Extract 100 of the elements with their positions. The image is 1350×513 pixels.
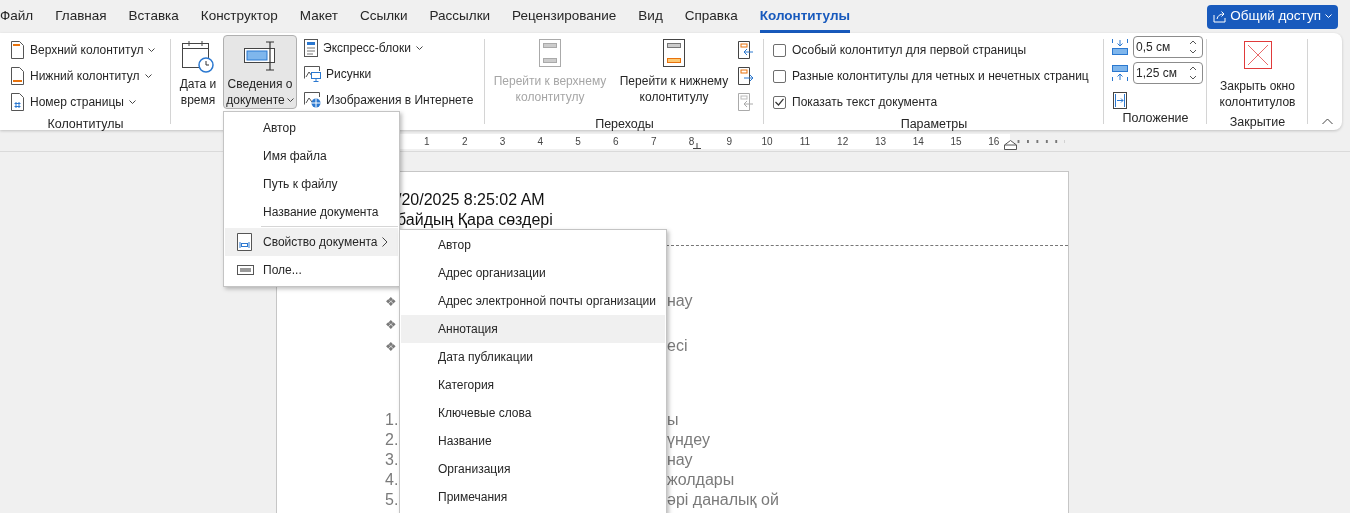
calendar-clock-icon — [181, 39, 215, 73]
menu-item[interactable]: Адрес электронной почты организации — [401, 287, 665, 315]
menu-item[interactable]: Автор — [225, 114, 398, 142]
body-text: әрі даналық ой — [667, 489, 779, 510]
list-number: 1. — [385, 409, 399, 430]
menu-item[interactable]: Аннотация — [401, 315, 665, 343]
collapse-ribbon-icon[interactable] — [1322, 118, 1333, 125]
page-number-icon — [10, 92, 25, 112]
go-to-footer-button[interactable]: Перейти к нижнему колонтитулу — [612, 35, 736, 115]
close-header-footer-button[interactable]: Закрыть окно колонтитулов — [1210, 37, 1305, 113]
bullet-marker: ❖ — [385, 315, 397, 334]
body-text: ы — [667, 409, 679, 430]
ruler-number: 11 — [799, 136, 811, 147]
field-icon — [237, 265, 254, 275]
document-info-icon — [242, 39, 278, 73]
chevron-right-icon — [382, 237, 388, 247]
ribbon-tab[interactable]: Макет — [299, 0, 338, 33]
ribbon-tab[interactable]: Главная — [55, 0, 107, 33]
checkbox-label[interactable]: Разные колонтитулы для четных и нечетных страниц — [792, 67, 1089, 85]
footer-position-icon — [1112, 65, 1128, 81]
spinner-arrows-icon — [1189, 40, 1197, 54]
ribbon-tab[interactable]: Конструктор — [200, 0, 278, 33]
pictures-button[interactable]: Рисунки — [302, 61, 476, 87]
previous-section-icon[interactable] — [738, 41, 754, 59]
menu-item[interactable]: Название — [401, 427, 665, 455]
ruler-number: 7 — [650, 136, 657, 147]
ribbon-tab[interactable]: Ссылки — [360, 0, 408, 33]
menu-item[interactable]: Путь к файлу — [225, 170, 398, 198]
caret-icon — [128, 99, 136, 105]
document-property-icon — [237, 233, 252, 251]
group-label: Положение — [1122, 111, 1189, 125]
menu-item[interactable]: Свойство документа — [225, 228, 398, 256]
header-footer-button[interactable]: Верхний колонтитул — [8, 37, 171, 63]
caret-icon — [286, 98, 294, 104]
group-label: Закрытие — [1229, 115, 1286, 129]
group-label: Переходы — [595, 117, 654, 131]
ribbon-tab[interactable]: Рецензирование — [512, 0, 617, 33]
ribbon-tab[interactable]: Вид — [638, 0, 663, 33]
ruler-number: 6 — [613, 136, 619, 147]
menu-item[interactable]: Поле... — [225, 256, 398, 284]
indent-marker-icon[interactable] — [1004, 140, 1017, 150]
header-text: /20/2025 8:25:02 AM — [397, 191, 545, 208]
list-number: 3. — [385, 449, 399, 470]
menu-item[interactable]: Примечания — [401, 483, 665, 511]
body-text: үндеу — [667, 429, 710, 450]
spin-field[interactable]: 0,5 см — [1133, 36, 1203, 58]
checkbox[interactable] — [773, 43, 786, 57]
menu-item[interactable]: Название документа — [225, 198, 398, 226]
next-section-icon[interactable] — [738, 67, 754, 85]
ribbon-tab[interactable]: Вставка — [128, 0, 179, 33]
ruler-number: 13 — [874, 136, 886, 147]
ruler-number: 3 — [499, 136, 506, 147]
menu-item[interactable]: Автор — [401, 231, 665, 259]
list-number: 2. — [385, 429, 399, 450]
bullet-marker: ❖ — [385, 338, 397, 357]
date-time-button[interactable]: Дата и время — [176, 35, 220, 109]
footer-page-icon — [10, 66, 25, 86]
close-icon — [1243, 41, 1272, 69]
ribbon-tab[interactable]: Файл — [0, 0, 34, 33]
header-page-icon — [10, 40, 25, 60]
checkmark-icon — [775, 98, 784, 106]
document-info-button[interactable]: Сведения о документе — [223, 35, 297, 109]
caret-icon — [148, 47, 156, 53]
ruler-number: 1 — [424, 136, 430, 147]
ribbon-tab[interactable]: Рассылки — [429, 0, 491, 33]
quick-parts-button[interactable]: Экспресс-блоки — [302, 35, 476, 61]
ruler-number: 12 — [837, 136, 849, 147]
quick-parts-icon — [304, 39, 318, 57]
header-footer-button[interactable]: Нижний колонтитул — [8, 63, 171, 89]
ruler-number: 8 — [688, 136, 695, 147]
ruler-number: 10 — [761, 136, 773, 147]
ruler-number: 16 — [988, 136, 1000, 147]
checkbox-label[interactable]: Особый колонтитул для первой страницы — [792, 41, 1027, 59]
ruler-number: 15 — [950, 136, 962, 147]
page-layout-icon — [663, 39, 685, 67]
body-text: нау — [667, 291, 693, 312]
checkbox[interactable] — [773, 95, 786, 109]
share-icon — [1213, 10, 1227, 23]
menu-item[interactable]: Категория — [401, 371, 665, 399]
list-number: 4. — [385, 469, 399, 490]
menu-item[interactable]: Имя файла — [225, 142, 398, 170]
online-picture-icon — [304, 92, 321, 108]
tab-stop-icon[interactable] — [693, 143, 701, 149]
header-footer-button[interactable]: Номер страницы — [8, 89, 171, 115]
ribbon-tab[interactable]: Справка — [684, 0, 738, 33]
caret-icon — [144, 73, 152, 79]
menu-item[interactable]: Организация — [401, 455, 665, 483]
menu-item[interactable]: Дата публикации — [401, 343, 665, 371]
alignment-tab-icon[interactable] — [1113, 92, 1127, 109]
bullet-marker: ❖ — [385, 293, 397, 312]
checkbox-label[interactable]: Показать текст документа — [792, 93, 938, 111]
ruler-number: 2 — [461, 136, 468, 147]
caret-icon — [1325, 14, 1332, 19]
menu-item[interactable]: Адрес организации — [401, 259, 665, 287]
checkbox[interactable] — [773, 69, 786, 83]
share-button[interactable]: Общий доступ — [1207, 4, 1338, 29]
list-number: 5. — [385, 489, 399, 510]
group-label: Параметры — [900, 117, 968, 131]
spin-field[interactable]: 1,25 см — [1133, 62, 1203, 84]
menu-item[interactable]: Ключевые слова — [401, 399, 665, 427]
